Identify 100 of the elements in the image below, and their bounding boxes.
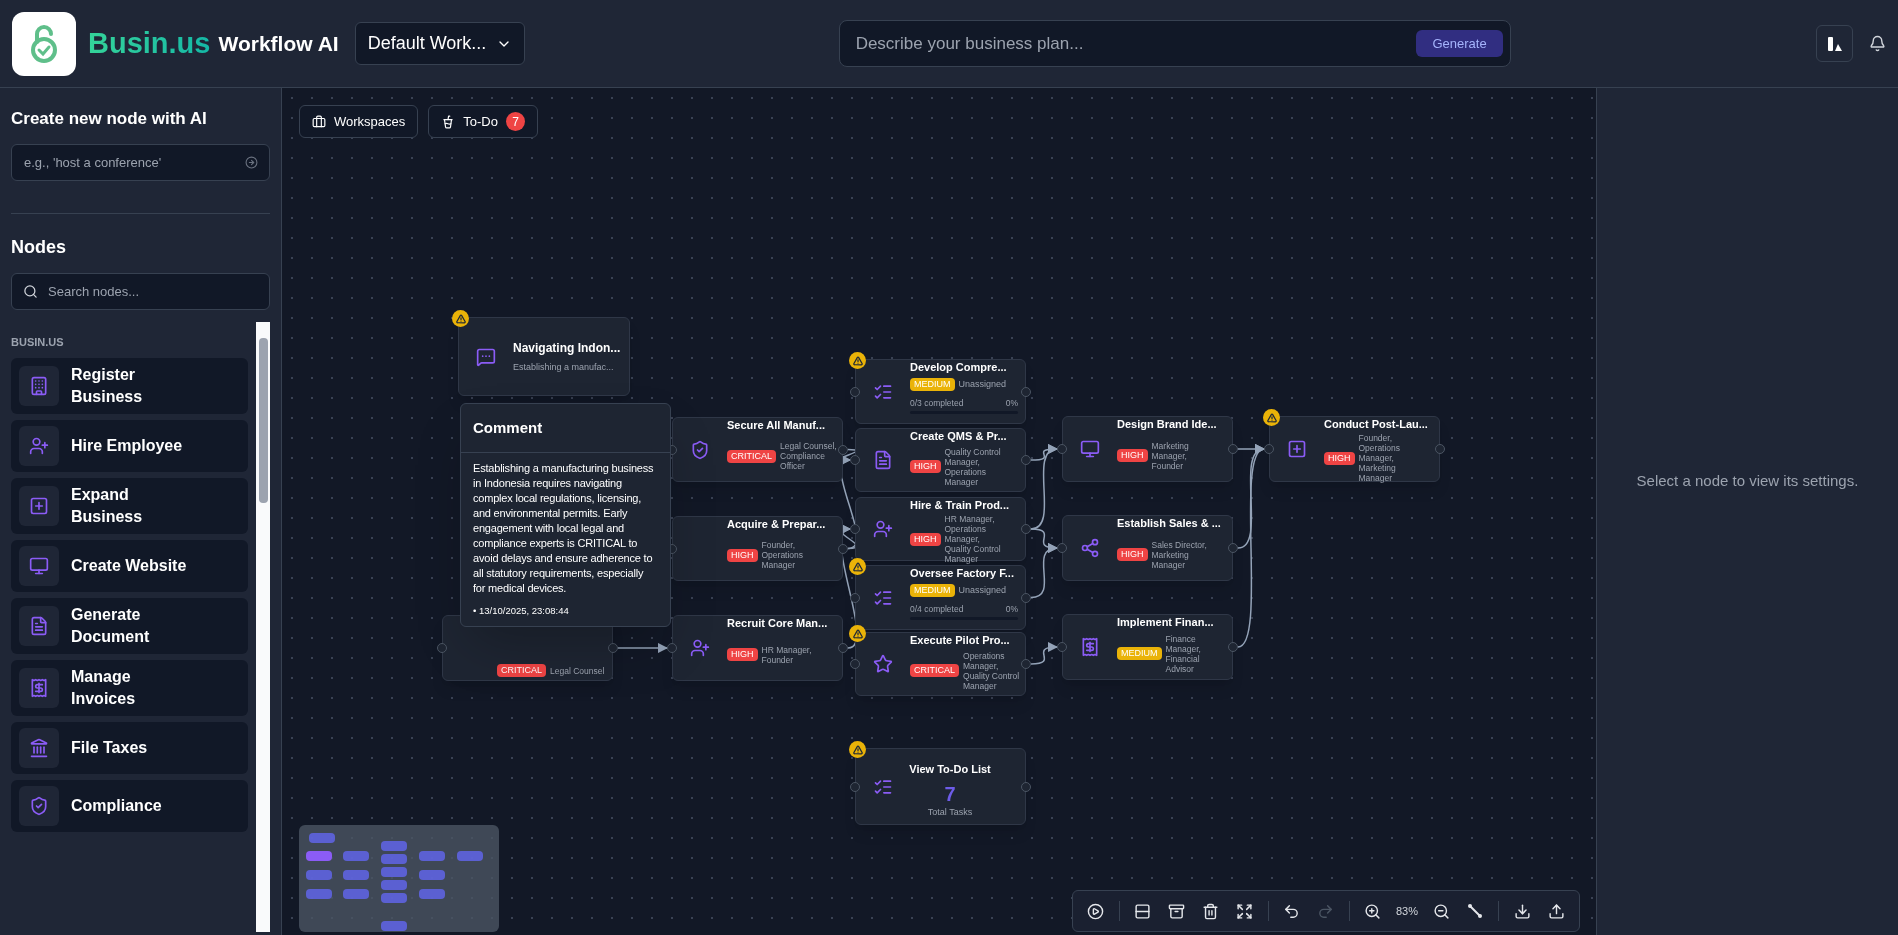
node-type-item[interactable]: Compliance <box>11 780 248 832</box>
node-assignees: HR Manager, Operations Manager, Quality Control Manager <box>944 514 1002 564</box>
node-card[interactable]: Conduct Post-Lau... HIGH Founder, Operations Manager, Marketing Manager <box>1269 416 1440 482</box>
connector-line <box>617 642 669 654</box>
node-card[interactable]: Design Brand Ide... HIGH Marketing Manager, Founder <box>1062 416 1233 482</box>
node-type-item[interactable]: Create Website <box>11 540 248 592</box>
zoom-level: 83% <box>1394 903 1419 919</box>
count-badge: 7 <box>506 112 525 131</box>
node-type-label: Register Business <box>71 365 144 407</box>
scrollbar[interactable] <box>256 321 270 932</box>
connection-handle[interactable] <box>850 781 860 792</box>
connection-handle[interactable] <box>1435 444 1445 454</box>
monitor-icon <box>1080 439 1100 459</box>
priority-badge: HIGH <box>910 532 941 546</box>
popover-title: Comment <box>473 419 543 436</box>
node-card[interactable]: Acquire & Prepar... HIGH Founder, Operations Manager <box>672 516 843 581</box>
share-icon <box>1080 538 1100 558</box>
receipt-icon <box>29 678 49 698</box>
connection-handle[interactable] <box>1228 444 1238 454</box>
connection-handle[interactable] <box>1057 543 1067 553</box>
node-title: Recruit Core Man... <box>727 617 828 630</box>
connection-handle[interactable] <box>1021 592 1031 603</box>
connection-handle[interactable] <box>437 643 447 653</box>
user-plus-icon <box>690 638 710 658</box>
connection-handle[interactable] <box>1021 455 1031 465</box>
node-title: Hire & Train Prod... <box>910 499 1010 512</box>
generate-button[interactable]: Generate <box>1416 30 1503 57</box>
node-type-item[interactable]: Register Business <box>11 358 248 414</box>
node-type-item[interactable]: Generate Document <box>11 598 248 654</box>
connection-handle[interactable] <box>1021 659 1031 669</box>
canvas-tab-button[interactable]: To-Do 7 <box>428 105 538 138</box>
notification-bell-icon[interactable] <box>1869 35 1886 52</box>
building-icon <box>29 376 49 396</box>
minimap[interactable] <box>299 825 499 932</box>
node-assignees: Legal Counsel, Compliance Officer <box>780 441 838 471</box>
document-icon <box>29 616 49 636</box>
app-switch-button[interactable] <box>1816 25 1853 62</box>
node-card[interactable]: Oversee Factory F... MEDIUM Unassigned 0/4 completed 0% <box>855 565 1026 630</box>
connection-handle[interactable] <box>1228 543 1238 553</box>
connection-handle[interactable] <box>1057 642 1067 652</box>
connection-handle[interactable] <box>667 643 677 653</box>
task-count: 7 <box>944 781 956 806</box>
connection-handle[interactable] <box>1264 444 1274 454</box>
priority-badge: HIGH <box>910 460 941 473</box>
connection-handle[interactable] <box>1228 642 1238 652</box>
app-icon <box>1826 35 1843 52</box>
canvas-tab-button[interactable]: Workspaces <box>299 105 419 138</box>
node-type-label: Generate Document <box>71 605 151 647</box>
node-type-item[interactable]: Manage Invoices <box>11 660 248 716</box>
canvas[interactable] <box>282 88 1596 935</box>
section-title: Create new node with AI <box>11 108 208 130</box>
node-search-field[interactable]: Search nodes... <box>11 272 270 310</box>
connection-handle[interactable] <box>608 643 618 653</box>
ai-node-field[interactable]: e.g., 'host a conference' <box>11 143 270 181</box>
node-title: Establish Sales & ... <box>1117 517 1221 530</box>
priority-badge: CRITICAL <box>910 664 959 677</box>
node-card[interactable]: Secure All Manuf... CRITICAL Legal Counsel, Compliance Officer <box>672 417 843 482</box>
priority-badge: HIGH <box>1117 449 1148 462</box>
priority-badge: CRITICAL <box>727 449 776 463</box>
logo-icon[interactable] <box>12 11 76 76</box>
connection-handle[interactable] <box>1021 386 1031 397</box>
priority-badge: HIGH <box>1117 548 1148 561</box>
node-card[interactable]: Navigating Indon... Establishing a manufac... <box>458 317 630 396</box>
connection-handle[interactable] <box>850 592 860 603</box>
node-title: View To-Do List <box>909 762 991 777</box>
node-card[interactable]: Establish Sales & ... HIGH Sales Director, Marketing Manager <box>1062 515 1233 581</box>
node-assignees: Founder, Operations Manager, Marketing Manager <box>1358 433 1402 483</box>
node-type-item[interactable]: Hire Employee <box>11 420 248 472</box>
connection-handle[interactable] <box>1057 444 1067 454</box>
node-title: Acquire & Prepar... <box>727 518 826 531</box>
node-type-item[interactable]: Expand Business <box>11 478 248 534</box>
connection-handle[interactable] <box>850 455 860 465</box>
group-label: BUSIN.US <box>11 334 65 350</box>
chat-icon <box>476 346 496 367</box>
progress-text: 0/4 completed <box>910 602 964 616</box>
node-card[interactable]: Develop Compre... MEDIUM Unassigned 0/3 completed 0% <box>855 359 1026 424</box>
briefcase-icon <box>312 114 326 129</box>
receipt-icon <box>1080 637 1100 657</box>
node-type-label: File Taxes <box>71 738 148 758</box>
node-assignees: Quality Control Manager, Operations Manager <box>944 446 1002 487</box>
connection-handle[interactable] <box>838 543 848 554</box>
node-card[interactable]: View To-Do List 7 Total Tasks <box>855 748 1026 825</box>
connection-handle[interactable] <box>1021 524 1031 534</box>
user-plus-icon <box>873 519 893 539</box>
node-assignees: Finance Manager, Financial Advisor <box>1165 633 1202 674</box>
scrollbar-thumb[interactable] <box>258 337 268 503</box>
empty-settings-text: Select a node to view its settings. <box>1636 471 1859 492</box>
connection-handle[interactable] <box>838 444 848 455</box>
star-icon <box>873 654 893 674</box>
connection-handle[interactable] <box>1021 781 1031 792</box>
connection-handle[interactable] <box>850 524 860 534</box>
progress-percent: 0% <box>1005 396 1018 410</box>
node-title: Execute Pilot Pro... <box>910 634 1011 647</box>
priority-badge: HIGH <box>727 648 758 661</box>
shield-check-icon <box>690 439 710 460</box>
node-assignees: Marketing Manager, Founder <box>1151 440 1190 471</box>
workspace-select[interactable]: Default Work... <box>354 22 525 65</box>
node-type-item[interactable]: File Taxes <box>11 722 248 774</box>
connection-handle[interactable] <box>850 386 860 397</box>
submit-icon[interactable] <box>245 155 258 169</box>
